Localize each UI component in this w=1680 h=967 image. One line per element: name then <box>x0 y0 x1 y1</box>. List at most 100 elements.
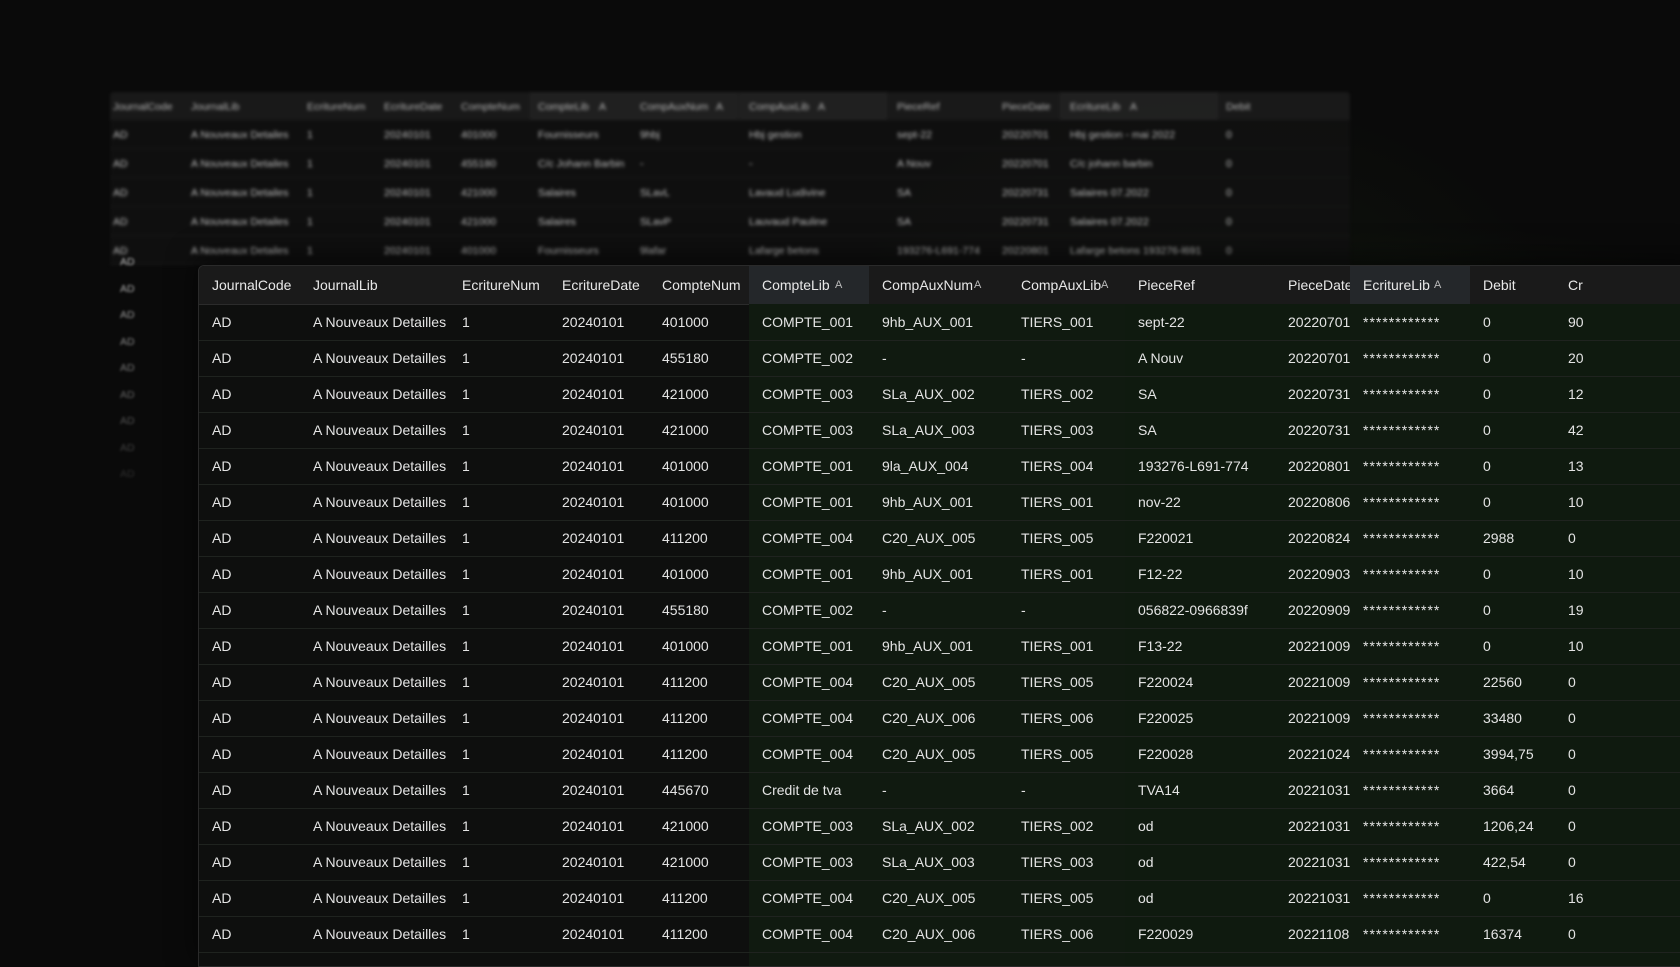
cell-journallib: A Nouveaux Detailles <box>300 412 449 448</box>
table-row[interactable]: AD A Nouveaux Detailles 1 20240101 401000 COM… <box>199 304 1680 341</box>
table-row[interactable]: AD A Nouveaux Detailles 1 20240101 455180 COM… <box>199 340 1680 377</box>
background-header-cell: JournalCode <box>113 101 173 113</box>
column-header-debit[interactable]: Debit <box>1470 266 1555 304</box>
cell-ecriturenum: 1 <box>449 880 549 916</box>
cell-compauxlib: TIERS_001 <box>1008 556 1125 592</box>
column-header-piecedate[interactable]: PieceDate <box>1275 266 1353 304</box>
background-journal-code: AD <box>120 282 135 295</box>
sort-icon[interactable]: A <box>974 266 981 304</box>
sort-icon[interactable]: A <box>835 266 842 304</box>
cell-piecedate: 20220701 <box>1275 304 1350 340</box>
cell-journalcode: AD <box>199 844 300 880</box>
column-header-comptelib[interactable]: CompteLib A <box>749 266 869 304</box>
cell-text: A Nouveaux Detailles <box>313 566 447 582</box>
column-header-ecriturelib[interactable]: EcritureLib A <box>1350 266 1470 304</box>
cell-text: 3664 <box>1483 782 1515 798</box>
table-row[interactable]: AD A Nouveaux Detailles 1 20240101 401000 COM… <box>199 448 1680 485</box>
cell-text: 455180 <box>662 602 709 618</box>
cell-debit: 422,54 <box>1470 844 1555 880</box>
cell-text: SLa_AUX_003 <box>882 422 975 438</box>
column-header-journalcode[interactable]: JournalCode <box>199 266 300 304</box>
cell-text: COMPTE_003 <box>762 818 854 834</box>
cell-journallib: A Nouveaux Detailles <box>300 736 449 772</box>
cell-ecrituredate: 20240101 <box>549 484 649 520</box>
cell-journalcode: AD <box>199 628 300 664</box>
cell-journalcode: AD <box>199 484 300 520</box>
cell-comptelib: COMPTE_001 <box>749 628 869 664</box>
cell-text: C20_AUX_005 <box>882 890 976 906</box>
cell-journalcode: AD <box>199 700 300 736</box>
cell-comptelib: COMPTE_004 <box>749 916 869 952</box>
cell-text: od <box>1138 854 1154 870</box>
cell-text: 1 <box>462 926 470 942</box>
cell-compauxnum: 9hb_AUX_001 <box>869 304 1008 340</box>
column-header-compauxlib[interactable]: CompAuxLib A <box>1008 266 1125 304</box>
background-cell: 9lafar <box>640 245 667 257</box>
background-header-cell: CompAuxLib <box>749 101 810 113</box>
cell-text: 20240101 <box>562 350 625 366</box>
table-row[interactable]: AD A Nouveaux Detailles 1 20240101 401000 COM… <box>199 556 1680 593</box>
background-cell: SLavL <box>640 187 670 199</box>
table-row[interactable]: AD A Nouveaux Detailles 1 20240101 421000 COM… <box>199 844 1680 881</box>
column-header-ecrituredate[interactable]: EcritureDate <box>549 266 649 304</box>
cell-compauxlib: TIERS_001 <box>1008 484 1125 520</box>
column-header-journallib[interactable]: JournalLib <box>300 266 449 304</box>
table-row[interactable]: AD A Nouveaux Detailles 1 20240101 411200 COM… <box>199 520 1680 557</box>
column-header-pieceref[interactable]: PieceRef <box>1125 266 1275 304</box>
cell-piecedate: 20220909 <box>1275 592 1350 628</box>
column-header-comptenum[interactable]: CompteNum <box>649 266 749 304</box>
cell-text: 3994,75 <box>1483 746 1534 762</box>
column-header-compauxnum[interactable]: CompAuxNum A <box>869 266 1008 304</box>
cell-comptelib: COMPTE_003 <box>749 376 869 412</box>
background-cell: 0 <box>1226 129 1232 141</box>
table-row[interactable]: AD A Nouveaux Detailles 1 20240101 411200 COM… <box>199 664 1680 701</box>
table-row[interactable]: AD A Nouveaux Detailles 1 20240101 421000 COM… <box>199 808 1680 845</box>
sort-icon[interactable]: A <box>1434 266 1441 304</box>
cell-comptenum: 445670 <box>649 772 749 808</box>
table-row[interactable]: AD A Nouveaux Detailles 1 20240101 421000 COM… <box>199 376 1680 413</box>
cell-text: TIERS_005 <box>1021 746 1094 762</box>
cell-cr: 0 <box>1555 736 1680 772</box>
column-header-label: PieceRef <box>1138 277 1195 293</box>
cell-text: AD <box>212 854 232 870</box>
column-header-cr[interactable]: Cr <box>1555 266 1680 304</box>
column-header-ecriturenum[interactable]: EcritureNum <box>449 266 549 304</box>
background-header-cell: PieceDate <box>1002 101 1051 113</box>
cell-text: 9hb_AUX_001 <box>882 494 974 510</box>
table-row[interactable]: AD A Nouveaux Detailles 1 20240101 445670 Cre… <box>199 772 1680 809</box>
cell-comptenum: 421000 <box>649 376 749 412</box>
table-row[interactable]: AD A Nouveaux Detailles 1 20240101 411200 COM… <box>199 916 1680 953</box>
cell-text: 411200 <box>662 890 708 906</box>
cell-text: SA <box>1138 422 1157 438</box>
cell-text: COMPTE_004 <box>762 530 854 546</box>
background-header-cell: EcritureLib <box>1070 101 1121 113</box>
column-header-label: CompAuxLib <box>1021 277 1102 293</box>
table-row[interactable]: AD A Nouveaux Detailles 1 20240101 421000 COM… <box>199 412 1680 449</box>
cell-ecriturenum: 1 <box>449 556 549 592</box>
background-cell: AD <box>113 129 128 141</box>
background-cell: 20220801 <box>1002 245 1049 257</box>
cell-text: TIERS_006 <box>1021 926 1094 942</box>
cell-text: AD <box>212 710 232 726</box>
table-row[interactable]: AD A Nouveaux Detailles 1 20240101 455180 COM… <box>199 592 1680 629</box>
cell-text: 20220909 <box>1288 602 1351 618</box>
cell-text: AD <box>212 530 232 546</box>
cell-text: ************ <box>1363 782 1441 798</box>
column-header-label: EcritureNum <box>462 277 540 293</box>
column-header-label: JournalCode <box>212 277 292 293</box>
sort-icon[interactable]: A <box>1101 266 1108 304</box>
table-row[interactable]: AD A Nouveaux Detailles 1 20240101 411200 COM… <box>199 700 1680 737</box>
cell-journallib: A Nouveaux Detailles <box>300 592 449 628</box>
background-cell: 0 <box>1226 216 1232 228</box>
cell-ecrituredate: 20240101 <box>549 556 649 592</box>
cell-text: ************ <box>1363 566 1441 582</box>
table-row[interactable]: AD A Nouveaux Detailles 1 20240101 411200 COM… <box>199 736 1680 773</box>
background-cell: Hbj gestion - mai 2022 <box>1070 129 1176 141</box>
table-row[interactable]: AD A Nouveaux Detailles 1 20240101 401000 COM… <box>199 484 1680 521</box>
background-header-cell: JournalLib <box>191 101 240 113</box>
cell-text: 9hb_AUX_001 <box>882 638 974 654</box>
table-row[interactable]: AD A Nouveaux Detailles 1 20240101 411200 COM… <box>199 880 1680 917</box>
background-cell: Salaires <box>538 187 576 199</box>
background-sort-icon: A <box>818 101 826 113</box>
table-row[interactable]: AD A Nouveaux Detailles 1 20240101 401000 COM… <box>199 628 1680 665</box>
